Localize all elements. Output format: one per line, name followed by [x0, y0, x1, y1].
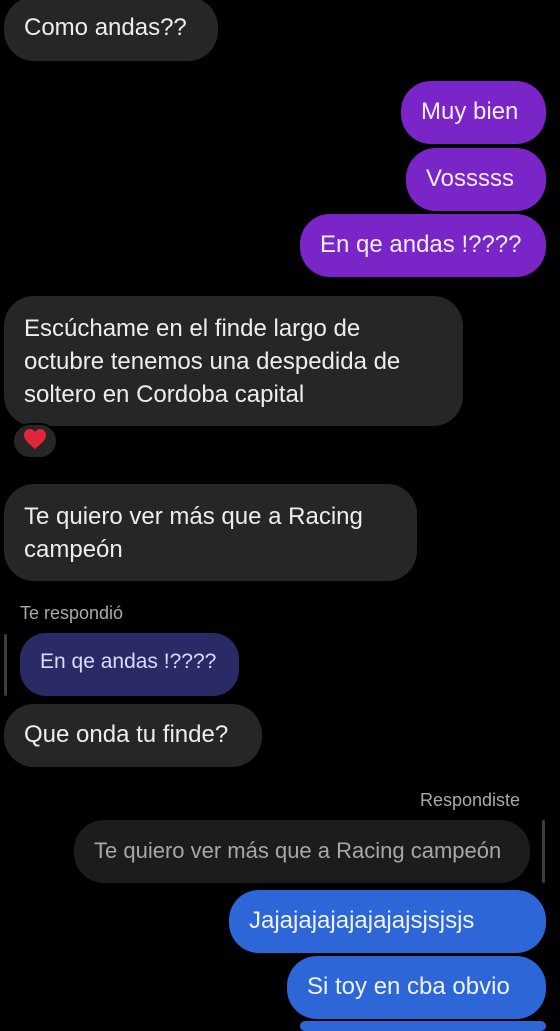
message-bubble-outgoing[interactable]: Vosssss	[406, 148, 546, 211]
message-line: Te quiero ver más que a Racing	[24, 503, 363, 530]
message-line: octubre tenemos una despedida de	[24, 348, 401, 375]
message-text: Muy bien	[421, 98, 519, 125]
message-text: En qe andas !????	[320, 231, 522, 258]
reply-label: Te respondió	[20, 603, 124, 623]
message-text: Jajajajajajajajajsjsjsjs	[249, 907, 475, 934]
reaction-badge[interactable]	[12, 423, 58, 459]
message-line: soltero en Cordoba capital	[24, 381, 305, 408]
message-bubble-outgoing[interactable]: En qe andas !????	[300, 214, 546, 277]
message-bubble-outgoing[interactable]: Muy bien	[401, 81, 546, 144]
reply-label: Respondiste	[420, 790, 521, 810]
message-text: Si toy en cba obvio	[307, 973, 510, 1000]
message-line: Escúchame en el finde largo de	[24, 315, 361, 342]
message-bubble-outgoing-partial[interactable]	[300, 1021, 546, 1031]
reply-indicator-bar	[542, 820, 545, 883]
heart-icon	[23, 428, 47, 455]
message-text: Vosssss	[426, 165, 515, 192]
quoted-message[interactable]: Te quiero ver más que a Racing campeón	[74, 820, 530, 883]
quoted-text: En qe andas !????	[40, 650, 217, 673]
message-bubble-incoming[interactable]: Como andas??	[4, 0, 218, 61]
message-bubble-outgoing[interactable]: Jajajajajajajajajsjsjsjs	[229, 890, 546, 953]
message-bubble-outgoing[interactable]: Si toy en cba obvio	[287, 956, 546, 1019]
quoted-message[interactable]: En qe andas !????	[20, 633, 239, 696]
message-line: campeón	[24, 536, 123, 563]
message-text: Que onda tu finde?	[24, 721, 229, 748]
message-bubble-incoming[interactable]: Te quiero ver más que a Racing campeón	[4, 484, 417, 581]
message-text: Como andas??	[24, 14, 187, 41]
message-bubble-incoming[interactable]: Que onda tu finde?	[4, 704, 262, 767]
reply-indicator-bar	[4, 634, 7, 696]
message-bubble-incoming[interactable]: Escúchame en el finde largo de octubre t…	[4, 296, 463, 426]
quoted-text: Te quiero ver más que a Racing campeón	[94, 838, 502, 863]
